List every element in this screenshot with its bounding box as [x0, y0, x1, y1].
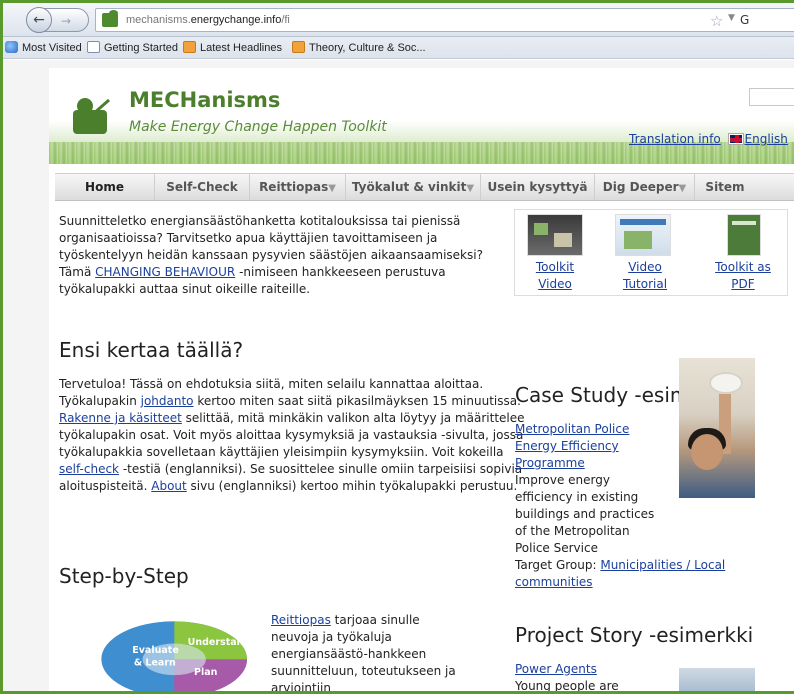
photo-detail [691, 434, 723, 470]
first-time-heading: Ensi kertaa täällä? [59, 338, 244, 362]
page-viewport: MECHanisms Make Energy Change Happen Too… [3, 60, 794, 691]
case-study-link-1[interactable]: Metropolitan Police [515, 422, 629, 436]
rss-icon [292, 41, 305, 53]
bookmarks-bar: Most Visited Getting Started Latest Head… [3, 37, 794, 59]
bookmark-getting-started[interactable]: Getting Started [87, 41, 178, 54]
toolkit-pdf-label: Toolkit as PDF [703, 259, 783, 293]
project-story-heading: Project Story -esimerkki [515, 623, 754, 647]
most-visited-icon [5, 41, 18, 53]
bookmark-star-icon[interactable]: ☆ [710, 12, 723, 30]
menu-item-self-check[interactable]: Self-Check [155, 174, 250, 200]
site-container: MECHanisms Make Energy Change Happen Too… [49, 68, 794, 691]
self-check-link[interactable]: self-check [59, 462, 119, 476]
case-study-link-3[interactable]: Programme [515, 456, 585, 470]
step-by-step-heading: Step-by-Step [59, 564, 189, 588]
reittiopas-link[interactable]: Reittiopas [271, 613, 331, 627]
toolkit-video-label: Toolkit Video [515, 259, 595, 293]
menu-item-dig-deeper[interactable]: Dig Deeper▼ [595, 174, 695, 200]
step-by-step-text: Reittiopas tarjoaa sinulle neuvoja ja työ… [271, 613, 456, 691]
intro-paragraph: Suunnitteletko energiansäästöhanketta ko… [59, 214, 483, 296]
main-menu: Home Self-Check Reittiopas▼ Työkalut & v… [55, 173, 794, 201]
back-forward-group: ← → [26, 7, 89, 33]
about-link[interactable]: About [151, 479, 186, 493]
video-tutorial-link-1[interactable]: Video [628, 260, 662, 274]
logo-icon[interactable] [71, 96, 111, 136]
diagram-label-learn: & Learn [134, 658, 176, 669]
menu-item-usein-kysyttya[interactable]: Usein kysyttyä [481, 174, 595, 200]
diagram-label-understand: Understand [188, 637, 251, 648]
toolkit-video-thumbnail[interactable] [527, 214, 583, 256]
toolkit-video-link-2[interactable]: Video [538, 277, 572, 291]
forward-arrow-icon[interactable]: → [56, 11, 76, 31]
url-text: mechanisms.energychange.info/fi [126, 14, 290, 26]
case-study-link-2[interactable]: Energy Efficiency [515, 439, 619, 453]
menu-item-sitemap[interactable]: Sitem [695, 174, 755, 200]
address-bar[interactable]: mechanisms.energychange.info/fi ☆ ▼ G [95, 8, 794, 32]
browser-frame: ← → mechanisms.energychange.info/fi ☆ ▼ … [3, 3, 794, 691]
search-input[interactable] [749, 88, 794, 106]
diagram-label-evaluate: Evaluate [132, 645, 179, 656]
document-icon [87, 41, 100, 53]
toolkit-video-link-1[interactable]: Toolkit [536, 260, 574, 274]
english-link[interactable]: English [745, 132, 788, 146]
rakenne-link[interactable]: Rakenne ja käsitteet [59, 411, 182, 425]
toolkit-pdf-thumbnail[interactable] [727, 214, 761, 256]
site-subtitle: Make Energy Change Happen Toolkit [129, 119, 387, 135]
menu-item-tyokalut[interactable]: Työkalut & vinkit▼ [346, 174, 481, 200]
uk-flag-icon [727, 133, 744, 145]
first-time-paragraph: Tervetuloa! Tässä on ehdotuksia siitä, m… [59, 377, 525, 493]
power-agents-link[interactable]: Power Agents [515, 662, 597, 676]
bookmark-latest-headlines[interactable]: Latest Headlines [183, 41, 282, 54]
target-group-link-2[interactable]: communities [515, 575, 593, 589]
back-arrow-icon[interactable]: ← [26, 7, 52, 33]
chevron-down-icon: ▼ [466, 183, 475, 194]
johdanto-link[interactable]: johdanto [141, 394, 194, 408]
translation-info-link[interactable]: Translation info [629, 132, 721, 146]
changing-behaviour-link[interactable]: CHANGING BEHAVIOUR [95, 265, 235, 279]
target-group-link[interactable]: Municipalities / Local [600, 558, 725, 572]
video-tutorial-link-2[interactable]: Tutorial [623, 277, 667, 291]
history-dropdown-icon[interactable]: ▼ [728, 13, 735, 23]
video-links-box: Toolkit Video Video Tutorial Toolkit as PDF [514, 209, 788, 296]
chevron-down-icon: ▼ [328, 183, 336, 194]
site-favicon-icon [102, 10, 118, 27]
project-story-photo[interactable] [679, 668, 755, 691]
toolkit-pdf-link-1[interactable]: Toolkit as [715, 260, 771, 274]
bookmark-most-visited[interactable]: Most Visited [5, 41, 82, 54]
partial-text: G [740, 13, 750, 27]
toolkit-pdf-link-2[interactable]: PDF [731, 277, 754, 291]
browser-toolbar: ← → mechanisms.energychange.info/fi ☆ ▼ … [3, 3, 794, 37]
case-study-text: Metropolitan Police Energy Efficiency Pr… [515, 422, 726, 589]
translation-links: Translation info English [629, 132, 788, 146]
video-tutorial-thumbnail[interactable] [615, 214, 671, 256]
menu-item-home[interactable]: Home [55, 174, 155, 200]
site-title[interactable]: MECHanisms [129, 88, 280, 112]
bookmark-theory-culture[interactable]: Theory, Culture & Soc... [292, 41, 426, 54]
chevron-down-icon: ▼ [678, 183, 687, 194]
menu-item-reittiopas[interactable]: Reittiopas▼ [250, 174, 346, 200]
project-story-text: Power Agents Young people are [515, 662, 619, 691]
video-tutorial-label: Video Tutorial [605, 259, 685, 293]
site-header: MECHanisms Make Energy Change Happen Too… [49, 68, 794, 164]
step-by-step-diagram[interactable]: Evaluate & Learn Understand Plan [99, 603, 289, 691]
case-study-photo[interactable] [679, 358, 755, 498]
rss-icon [183, 41, 196, 53]
photo-detail [709, 372, 743, 394]
diagram-label-plan: Plan [194, 667, 218, 678]
